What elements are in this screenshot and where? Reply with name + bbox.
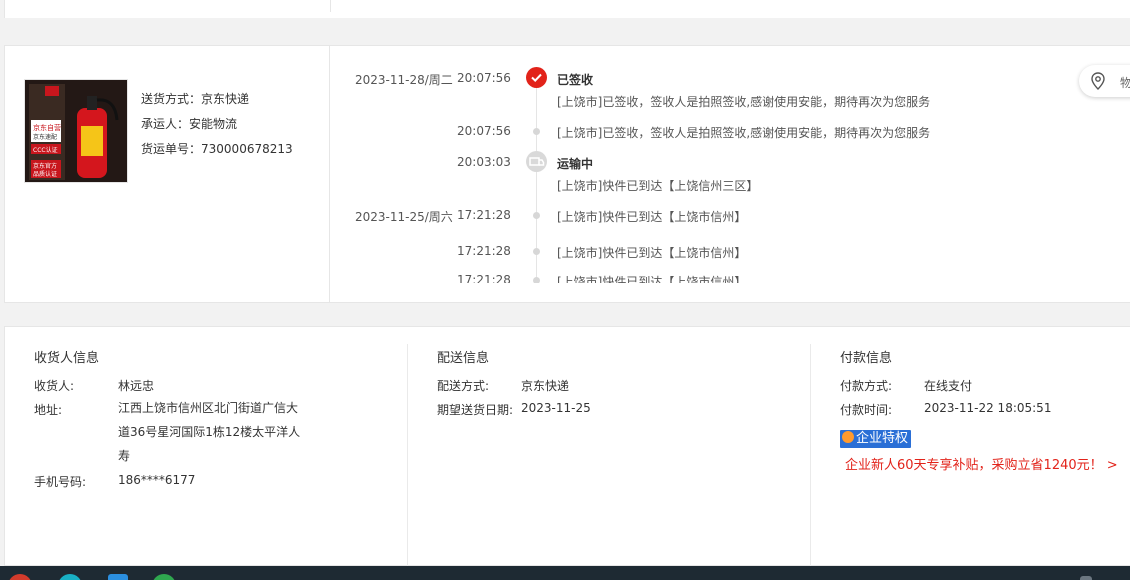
order-info-panel: 收货人信息 收货人: 林远忠 地址: 江西上饶市信州区北门街道广信大道36号星河…	[4, 326, 1130, 567]
fire-extinguisher-image: 京东自营 京东速配 CCC认证 京东官方 品质认证	[25, 80, 127, 182]
delivery-section: 配送信息 配送方式: 京东快递 期望送货日期: 2023-11-25	[408, 327, 810, 567]
delivery-method-label: 送货方式：	[141, 92, 202, 106]
payment-time-value: 2023-11-22 18:05:51	[924, 401, 1052, 415]
event-time: 17:21:28	[457, 273, 511, 283]
event-date: 2023-11-28/周二	[355, 73, 453, 87]
enterprise-privilege-badge[interactable]: 企业特权	[840, 430, 912, 448]
timeline-event: 20:07:56 [上饶市]已签收，签收人是拍照签收,感谢使用安能，期待再次为您…	[335, 124, 1095, 144]
event-time: 20:07:56	[457, 124, 511, 138]
product-badge-fast: 京东速配	[33, 133, 57, 141]
timeline-event: 17:21:28 [上饶市]快件已到达【上饶市信州】	[335, 244, 1095, 264]
receiver-name: 林远忠	[118, 379, 155, 393]
delivery-method-label: 配送方式:	[437, 379, 490, 393]
delivery-method-value: 京东快递	[201, 92, 250, 106]
tray-icon[interactable]	[1080, 576, 1092, 580]
previous-card-divider	[330, 0, 331, 12]
event-text: [上饶市]已签收，签收人是拍照签收,感谢使用安能，期待再次为您服务	[557, 95, 931, 109]
app-icon-red[interactable]	[8, 574, 32, 580]
tracking-number-row: 货运单号：730000678213	[141, 141, 293, 166]
product-badge-quality: 品质认证	[33, 170, 57, 178]
delivery-heading: 配送信息	[437, 351, 490, 366]
timeline-event-detail: [上饶市]已签收，签收人是拍照签收,感谢使用安能，期待再次为您服务	[335, 93, 1095, 113]
event-time: 20:03:03	[457, 155, 511, 169]
event-text: [上饶市]已签收，签收人是拍照签收,感谢使用安能，期待再次为您服务	[557, 126, 931, 140]
payment-heading: 付款信息	[840, 351, 893, 366]
receiver-name-label: 收货人:	[34, 379, 75, 393]
timeline-event: 2023-11-28/周二 20:07:56 已签收	[335, 71, 1095, 91]
taskbar	[0, 566, 1130, 580]
timeline-event: 20:03:03 运输中	[335, 155, 1095, 175]
tracking-number-label: 货运单号：	[141, 142, 202, 156]
product-badge-official: 京东官方	[33, 162, 57, 170]
map-button-label: 物	[1120, 76, 1130, 90]
address-label: 地址:	[34, 403, 63, 417]
app-icon-cyan[interactable]	[58, 574, 82, 580]
location-pin-icon	[1090, 72, 1106, 93]
event-date: 2023-11-25/周六	[355, 210, 453, 224]
payment-time-label: 付款时间:	[840, 403, 893, 417]
shipping-info: 送货方式：京东快递 承运人：安能物流 货运单号：730000678213	[141, 91, 293, 166]
tracking-number-value[interactable]: 730000678213	[201, 142, 293, 156]
event-text: [上饶市]快件已到达【上饶市信州】	[557, 275, 747, 283]
event-text: [上饶市]快件已到达【上饶市信州】	[557, 246, 747, 260]
app-icon-green[interactable]	[152, 574, 176, 580]
timeline-event: 2023-11-25/周六 17:21:28 [上饶市]快件已到达【上饶市信州】	[335, 208, 1095, 228]
tracking-timeline[interactable]: 2023-11-28/周二 20:07:56 已签收 [上饶市]已签收，签收人是…	[335, 65, 1095, 283]
carrier-label: 承运人：	[141, 117, 190, 131]
package-summary: 京东自营 京东速配 CCC认证 京东官方 品质认证 送货方式：京东快递 承运人：…	[5, 46, 330, 302]
zigzag-edge	[0, 14, 1130, 22]
delivery-method-value: 京东快递	[521, 379, 570, 393]
flame-icon	[842, 431, 854, 443]
event-time: 17:21:28	[457, 208, 511, 222]
carrier-row: 承运人：安能物流	[141, 116, 293, 141]
product-badge-jd-self: 京东自营	[33, 123, 61, 132]
logistics-map-button[interactable]: 物	[1079, 65, 1130, 97]
receiver-section: 收货人信息 收货人: 林远忠 地址: 江西上饶市信州区北门街道广信大道36号星河…	[5, 327, 407, 567]
product-thumbnail[interactable]: 京东自营 京东速配 CCC认证 京东官方 品质认证	[24, 79, 128, 183]
phone-value: 186****6177	[118, 473, 196, 487]
address-value: 江西上饶市信州区北门街道广信大道36号星河国际1栋12楼太平洋人寿	[118, 401, 301, 463]
payment-method-label: 付款方式:	[840, 379, 893, 393]
delivery-method-row: 送货方式：京东快递	[141, 91, 293, 116]
expected-date-label: 期望送货日期:	[437, 403, 514, 417]
event-text: [上饶市]快件已到达【上饶市信州】	[557, 210, 747, 224]
timeline-event: 17:21:28 [上饶市]快件已到达【上饶市信州】	[335, 273, 1095, 283]
logistics-panel: 京东自营 京东速配 CCC认证 京东官方 品质认证 送货方式：京东快递 承运人：…	[4, 45, 1130, 303]
product-badge-ccc: CCC认证	[33, 146, 58, 154]
event-status: 运输中	[557, 157, 594, 171]
expected-date-value: 2023-11-25	[521, 401, 591, 415]
carrier-value: 安能物流	[189, 117, 238, 131]
app-icon-blue[interactable]	[108, 574, 128, 580]
event-text: [上饶市]快件已到达【上饶信州三区】	[557, 179, 759, 193]
event-status: 已签收	[557, 73, 594, 87]
enterprise-promo-link[interactable]: 企业新人60天专享补贴，采购立省1240元！ >	[845, 454, 1118, 473]
event-time: 17:21:28	[457, 244, 511, 258]
event-time: 20:07:56	[457, 71, 511, 85]
payment-method-value: 在线支付	[924, 379, 973, 393]
timeline-event-detail: [上饶市]快件已到达【上饶信州三区】	[335, 177, 1095, 197]
receiver-heading: 收货人信息	[34, 351, 100, 366]
phone-label: 手机号码:	[34, 475, 87, 489]
badge-label: 企业特权	[856, 431, 909, 446]
